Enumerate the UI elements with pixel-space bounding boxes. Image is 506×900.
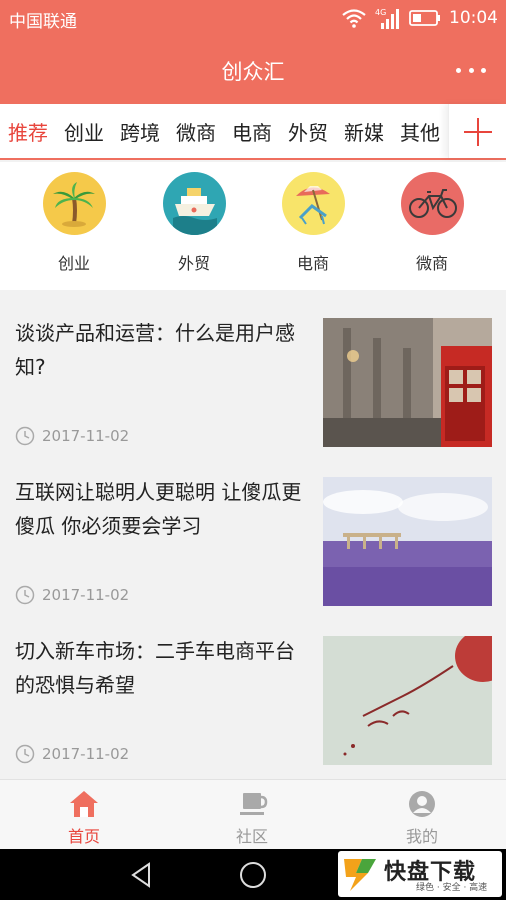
article-date: 2017-11-02 <box>42 745 130 763</box>
user-icon <box>409 791 435 817</box>
tab-item[interactable]: 推荐 <box>0 104 56 158</box>
quick-cat-weishang[interactable]: 微商 <box>387 172 477 274</box>
quick-cat-label: 电商 <box>296 254 329 273</box>
coffee-cup-icon <box>240 793 268 815</box>
ship-icon <box>162 172 226 235</box>
quick-cat-label: 微商 <box>415 254 448 273</box>
beach-chair-icon <box>281 172 345 235</box>
more-dots-icon[interactable] <box>456 60 486 80</box>
palm-tree-icon <box>42 172 106 235</box>
quick-cat-label: 外贸 <box>177 254 210 273</box>
article-date: 2017-11-02 <box>42 427 130 445</box>
watermark-sub-text: 绿色 · 安全 · 高速 <box>416 883 488 893</box>
tab-item[interactable]: 新媒 <box>336 104 392 158</box>
status-bar: 中国联通 4G 10:04 <box>0 0 506 36</box>
tab-item[interactable]: 微商 <box>168 104 224 158</box>
wifi-icon <box>342 9 366 28</box>
nav-label: 社区 <box>235 827 268 846</box>
tab-item[interactable]: 跨境 <box>112 104 168 158</box>
article-title: 互联网让聪明人更聪明 让傻瓜更傻瓜 你必须要会学习 <box>15 480 302 538</box>
lightning-logo-icon <box>344 859 376 891</box>
article-date: 2017-11-02 <box>42 586 130 604</box>
battery-icon <box>409 10 440 26</box>
tab-item[interactable]: 外贸 <box>280 104 336 158</box>
article-date-row: 2017-11-02 <box>15 744 129 764</box>
system-nav-bar: 快盘下载 绿色 · 安全 · 高速 <box>0 849 506 900</box>
clock-icon <box>15 585 35 605</box>
tab-list: 推荐 创业 跨境 微商 电商 外贸 新媒 其他 <box>0 104 448 158</box>
home-circle-icon[interactable] <box>238 860 268 890</box>
article-thumbnail <box>323 318 492 447</box>
clock-icon <box>15 426 35 446</box>
tab-item[interactable]: 其他 <box>392 104 448 158</box>
quick-categories: 创业 外贸 电商 微商 <box>0 162 506 290</box>
tab-item[interactable]: 电商 <box>224 104 280 158</box>
quick-cat-chuangye[interactable]: 创业 <box>29 172 119 274</box>
bottom-nav: 首页 社区 我的 <box>0 779 506 849</box>
page-title: 创众汇 <box>221 60 285 84</box>
category-tab-bar: 推荐 创业 跨境 微商 电商 外贸 新媒 其他 <box>0 104 506 160</box>
tab-item[interactable]: 创业 <box>56 104 112 158</box>
quick-cat-dianshang[interactable]: 电商 <box>268 172 358 274</box>
carrier-label: 中国联通 <box>9 12 77 32</box>
clock-icon <box>15 744 35 764</box>
article-date-row: 2017-11-02 <box>15 426 129 446</box>
quick-cat-label: 创业 <box>57 254 90 273</box>
bicycle-icon <box>400 172 464 235</box>
article-title: 切入新车市场：二手车电商平台的恐惧与希望 <box>15 639 295 697</box>
article-item[interactable]: 谈谈产品和运营：什么是用户感知? 2017-11-02 <box>0 298 506 457</box>
watermark-logo: 快盘下载 绿色 · 安全 · 高速 <box>338 851 502 897</box>
nav-item-community[interactable]: 社区 <box>168 780 336 850</box>
clock-time: 10:04 <box>449 8 498 28</box>
network-type-label: 4G <box>375 8 386 17</box>
article-date-row: 2017-11-02 <box>15 585 129 605</box>
signal-icon: 4G <box>375 8 399 29</box>
plus-icon[interactable] <box>448 104 506 158</box>
article-list: 谈谈产品和运营：什么是用户感知? 2017-11-02 互联网让聪明人更聪明 让… <box>0 298 506 775</box>
quick-cat-waimao[interactable]: 外贸 <box>149 172 239 274</box>
article-item[interactable]: 互联网让聪明人更聪明 让傻瓜更傻瓜 你必须要会学习 2017-11-02 <box>0 457 506 616</box>
article-title: 谈谈产品和运营：什么是用户感知? <box>15 321 295 379</box>
nav-item-home[interactable]: 首页 <box>0 780 168 850</box>
back-icon[interactable] <box>127 860 157 890</box>
article-thumbnail <box>323 636 492 765</box>
article-thumbnail <box>323 477 492 606</box>
nav-label: 我的 <box>405 827 438 846</box>
nav-label: 首页 <box>67 827 100 846</box>
home-icon <box>70 791 98 817</box>
nav-item-me[interactable]: 我的 <box>338 780 506 850</box>
app-header: 创众汇 <box>0 36 506 104</box>
article-item[interactable]: 切入新车市场：二手车电商平台的恐惧与希望 2017-11-02 <box>0 616 506 775</box>
status-indicators: 4G 10:04 <box>341 6 498 30</box>
